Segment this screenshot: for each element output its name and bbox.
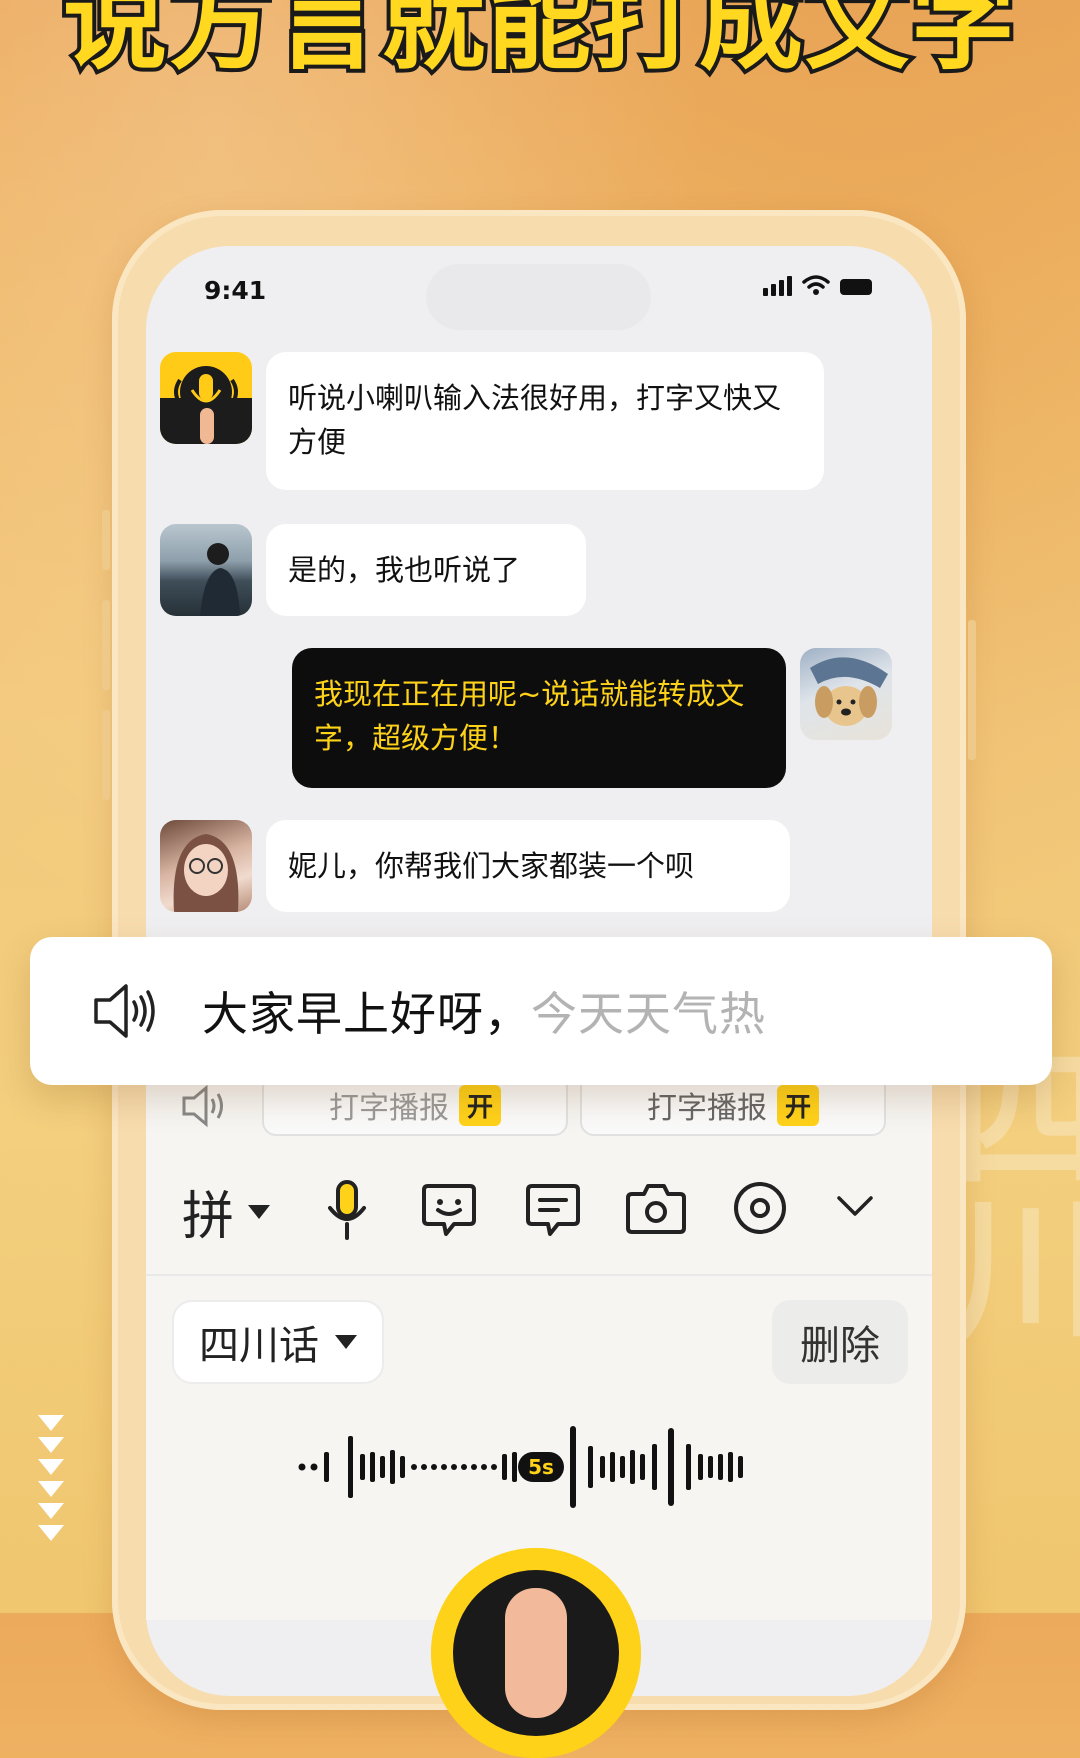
transcription-confirmed: 大家早上好呀， (202, 987, 531, 1041)
input-mode-label: 拼 (182, 1187, 235, 1247)
avatar[interactable] (160, 820, 252, 912)
side-watermark: 四川 (928, 1040, 1080, 1340)
plush-dog-photo (810, 657, 888, 726)
chat-bubble: 妮儿，你帮我们大家都装一个呗 (266, 820, 790, 912)
duration-label: 5s (528, 1455, 554, 1479)
microphone-icon[interactable] (324, 1180, 370, 1242)
caret-down-icon (335, 1335, 357, 1349)
microphone-speaker-icon (160, 366, 252, 444)
speaker-icon[interactable] (92, 980, 158, 1042)
battery-icon (840, 279, 872, 295)
chip-label: 打字播报 (328, 1091, 449, 1126)
camera-icon[interactable] (626, 1180, 686, 1236)
chat-bubble-self: 我现在正在用呢~说话就能转成文字，超级方便！ (292, 648, 786, 788)
phone-side-button (102, 600, 110, 690)
person-photo (200, 543, 240, 616)
emoji-icon[interactable] (420, 1180, 478, 1238)
dynamic-island (426, 264, 651, 330)
chip-tag: 开 (776, 1084, 819, 1126)
chevron-down-icon[interactable] (836, 1194, 874, 1218)
phone-side-button (968, 620, 976, 760)
transcription-card: 大家早上好呀，今天天气热 (30, 937, 1052, 1085)
transcription-pending: 今天天气热 (531, 987, 766, 1041)
chip-tag: 开 (458, 1084, 501, 1126)
signal-icon (763, 276, 792, 296)
phone-side-button (102, 510, 110, 570)
settings-icon[interactable] (732, 1180, 788, 1236)
app-icon-avatar[interactable] (160, 352, 252, 444)
finger-press-icon (453, 1570, 619, 1736)
keyboard-toolbar: 拼 (146, 1152, 932, 1276)
transcription-text: 大家早上好呀，今天天气热 (202, 978, 766, 1044)
status-time: 9:41 (204, 276, 267, 305)
speaker-icon[interactable] (180, 1084, 230, 1128)
message-icon[interactable] (524, 1180, 582, 1238)
dialect-label: 四川话 (199, 1323, 319, 1369)
chip-label: 打字播报 (646, 1091, 767, 1126)
caret-down-icon (248, 1204, 271, 1219)
dialect-select[interactable]: 四川话 (172, 1300, 384, 1384)
delete-button[interactable]: 删除 (772, 1300, 908, 1384)
chat-bubble: 听说小喇叭输入法很好用，打字又快又方便 (266, 352, 824, 490)
avatar-self[interactable] (800, 648, 892, 740)
status-icons (763, 274, 874, 296)
chat-bubble: 是的，我也听说了 (266, 524, 586, 616)
avatar[interactable] (160, 524, 252, 616)
person-photo (173, 834, 239, 912)
headline: 说方言就能打成文字 (59, 0, 1019, 88)
keyboard: 打字播报 开 打字播报 开 拼 四川话 删除 5s (146, 1060, 932, 1758)
wifi-icon (802, 275, 830, 295)
input-mode-switch[interactable]: 拼 (182, 1174, 271, 1249)
phone-side-button (102, 710, 110, 800)
voice-record-button[interactable] (431, 1548, 641, 1758)
voice-waveform: 5s (298, 1426, 743, 1508)
down-arrows-icon (38, 1415, 64, 1547)
